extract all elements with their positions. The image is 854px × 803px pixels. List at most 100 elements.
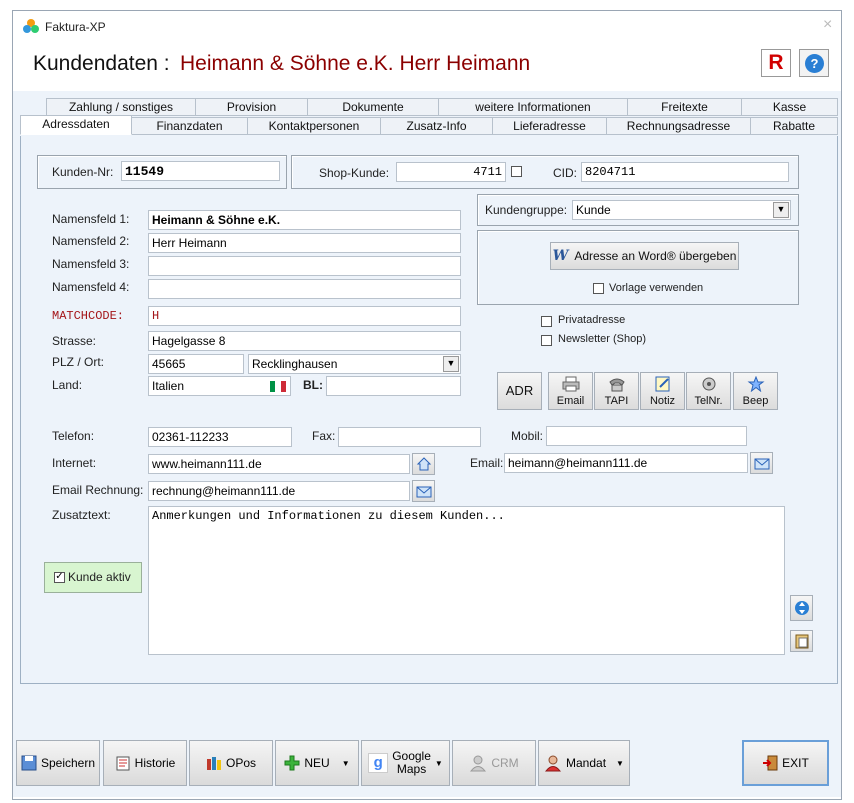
city-select[interactable]: Recklinghausen ▼ [248,354,461,374]
scroll-arrows-button[interactable] [790,595,813,621]
name1-field[interactable]: Heimann & Söhne e.K. [148,210,461,230]
tab-rechnungsadresse[interactable]: Rechnungsadresse [606,117,751,135]
newsletter-label: Newsletter (Shop) [558,333,647,345]
active-label: Kunde aktiv [68,570,131,584]
dropdown-arrow-icon: ▼ [616,758,624,768]
help-icon: ? [805,54,824,73]
phone-receiver-icon [702,377,715,391]
tab-freitexte[interactable]: Freitexte [627,98,742,116]
home-icon [416,457,431,471]
books-icon [206,757,221,770]
opos-button[interactable]: OPos [189,740,273,786]
tab-weitere-informationen[interactable]: weitere Informationen [438,98,628,116]
r-button[interactable]: R [761,49,791,77]
star-icon [747,375,764,393]
customer-number-label: Kunden-Nr: [52,165,114,179]
private-address-checkbox[interactable] [541,316,552,327]
exit-label: EXIT [782,756,809,770]
tab-provision[interactable]: Provision [195,98,308,116]
save-label: Speichern [40,756,96,770]
plz-field[interactable]: 45665 [148,354,244,374]
name2-field[interactable]: Herr Heimann [148,233,461,253]
name4-label: Namensfeld 4: [52,280,130,294]
beep-button[interactable]: Beep [733,372,778,410]
customer-group-select[interactable]: Kunde ▼ [572,200,791,220]
private-address-label: Privatadresse [558,314,626,326]
note-textarea[interactable]: Anmerkungen und Informationen zu diesem … [148,506,785,655]
mandat-button[interactable]: Mandat ▼ [538,740,630,786]
internet-field[interactable]: www.heimann111.de [148,454,410,474]
email-field[interactable]: heimann@heimann111.de [504,453,748,473]
phone-field[interactable]: 02361-112233 [148,427,292,447]
send-invoice-email-button[interactable] [412,480,435,502]
mobile-field[interactable] [546,426,747,446]
exit-button[interactable]: EXIT [742,740,829,786]
shop-customer-checkbox[interactable] [511,166,522,177]
paste-button[interactable] [790,630,813,652]
history-label: Historie [134,756,176,770]
save-button[interactable]: Speichern [16,740,100,786]
tab-lieferadresse[interactable]: Lieferadresse [492,117,607,135]
name3-field[interactable] [148,256,461,276]
tab-zusatz-info[interactable]: Zusatz-Info [380,117,493,135]
history-icon [116,756,130,771]
customer-group-label: Kundengruppe: [485,203,568,217]
bl-field[interactable] [326,376,461,396]
new-button[interactable]: NEU ▼ [275,740,359,786]
street-field[interactable]: Hagelgasse 8 [148,331,461,351]
cid-field[interactable]: 8204711 [581,162,789,182]
word-icon: W [552,248,569,264]
clipboard-icon [795,634,808,649]
active-toggle[interactable]: ✓ Kunde aktiv [44,562,142,593]
title-bar: Faktura-XP × [13,11,841,41]
country-field[interactable]: Italien [148,376,291,396]
exit-door-icon [763,755,778,771]
history-button[interactable]: Historie [103,740,187,786]
send-email-button[interactable] [750,452,773,474]
open-website-button[interactable] [412,453,435,475]
customer-number-field[interactable]: 11549 [121,161,280,181]
tab-dokumente[interactable]: Dokumente [307,98,439,116]
name2-label: Namensfeld 2: [52,234,130,248]
email-invoice-field[interactable]: rechnung@heimann111.de [148,481,410,501]
maps-label-line2: Maps [396,762,427,776]
user-red-icon [544,755,562,772]
newsletter-checkbox[interactable] [541,335,552,346]
telnr-button[interactable]: TelNr. [686,372,731,410]
country-label: Land: [52,378,83,392]
tab-finanzdaten[interactable]: Finanzdaten [131,117,248,135]
fax-field[interactable] [338,427,481,447]
vorlage-label: Vorlage verwenden [609,282,704,294]
help-button[interactable]: ? [799,49,829,77]
printer-icon [562,376,579,392]
tapi-button[interactable]: TAPI [594,372,639,410]
dropdown-arrow-icon: ▼ [341,758,350,768]
tab-kontaktpersonen[interactable]: Kontaktpersonen [247,117,381,135]
email-invoice-label: Email Rechnung: [52,483,144,497]
internet-label: Internet: [52,456,97,470]
close-icon[interactable]: × [823,16,832,34]
tab-kasse[interactable]: Kasse [741,98,838,116]
mobile-label: Mobil: [511,429,544,443]
vorlage-checkbox[interactable] [593,283,604,294]
tab-zahlung[interactable]: Zahlung / sonstiges [46,98,196,116]
new-label: NEU [304,756,330,770]
google-maps-button[interactable]: g Google Maps ▼ [361,740,450,786]
shop-customer-field[interactable]: 4711 [396,162,506,182]
tapi-label: TAPI [604,395,629,407]
matchcode-field[interactable]: H [148,306,461,326]
tab-adressdaten[interactable]: Adressdaten [20,115,132,135]
envelope-icon [416,486,431,498]
notiz-button[interactable]: Notiz [640,372,685,410]
email-action-button[interactable]: Email [548,372,593,410]
name4-field[interactable] [148,279,461,299]
crm-label: CRM [491,756,519,770]
chevron-down-icon[interactable]: ▼ [443,356,459,372]
chevron-down-icon[interactable]: ▼ [773,202,789,218]
crm-button[interactable]: CRM [452,740,536,786]
google-icon: g [368,753,389,773]
adr-button[interactable]: ADR [497,372,542,410]
word-export-button[interactable]: W Adresse an Word® übergeben [550,242,739,270]
tab-rabatte[interactable]: Rabatte [750,117,838,135]
email-action-label: Email [556,395,585,407]
